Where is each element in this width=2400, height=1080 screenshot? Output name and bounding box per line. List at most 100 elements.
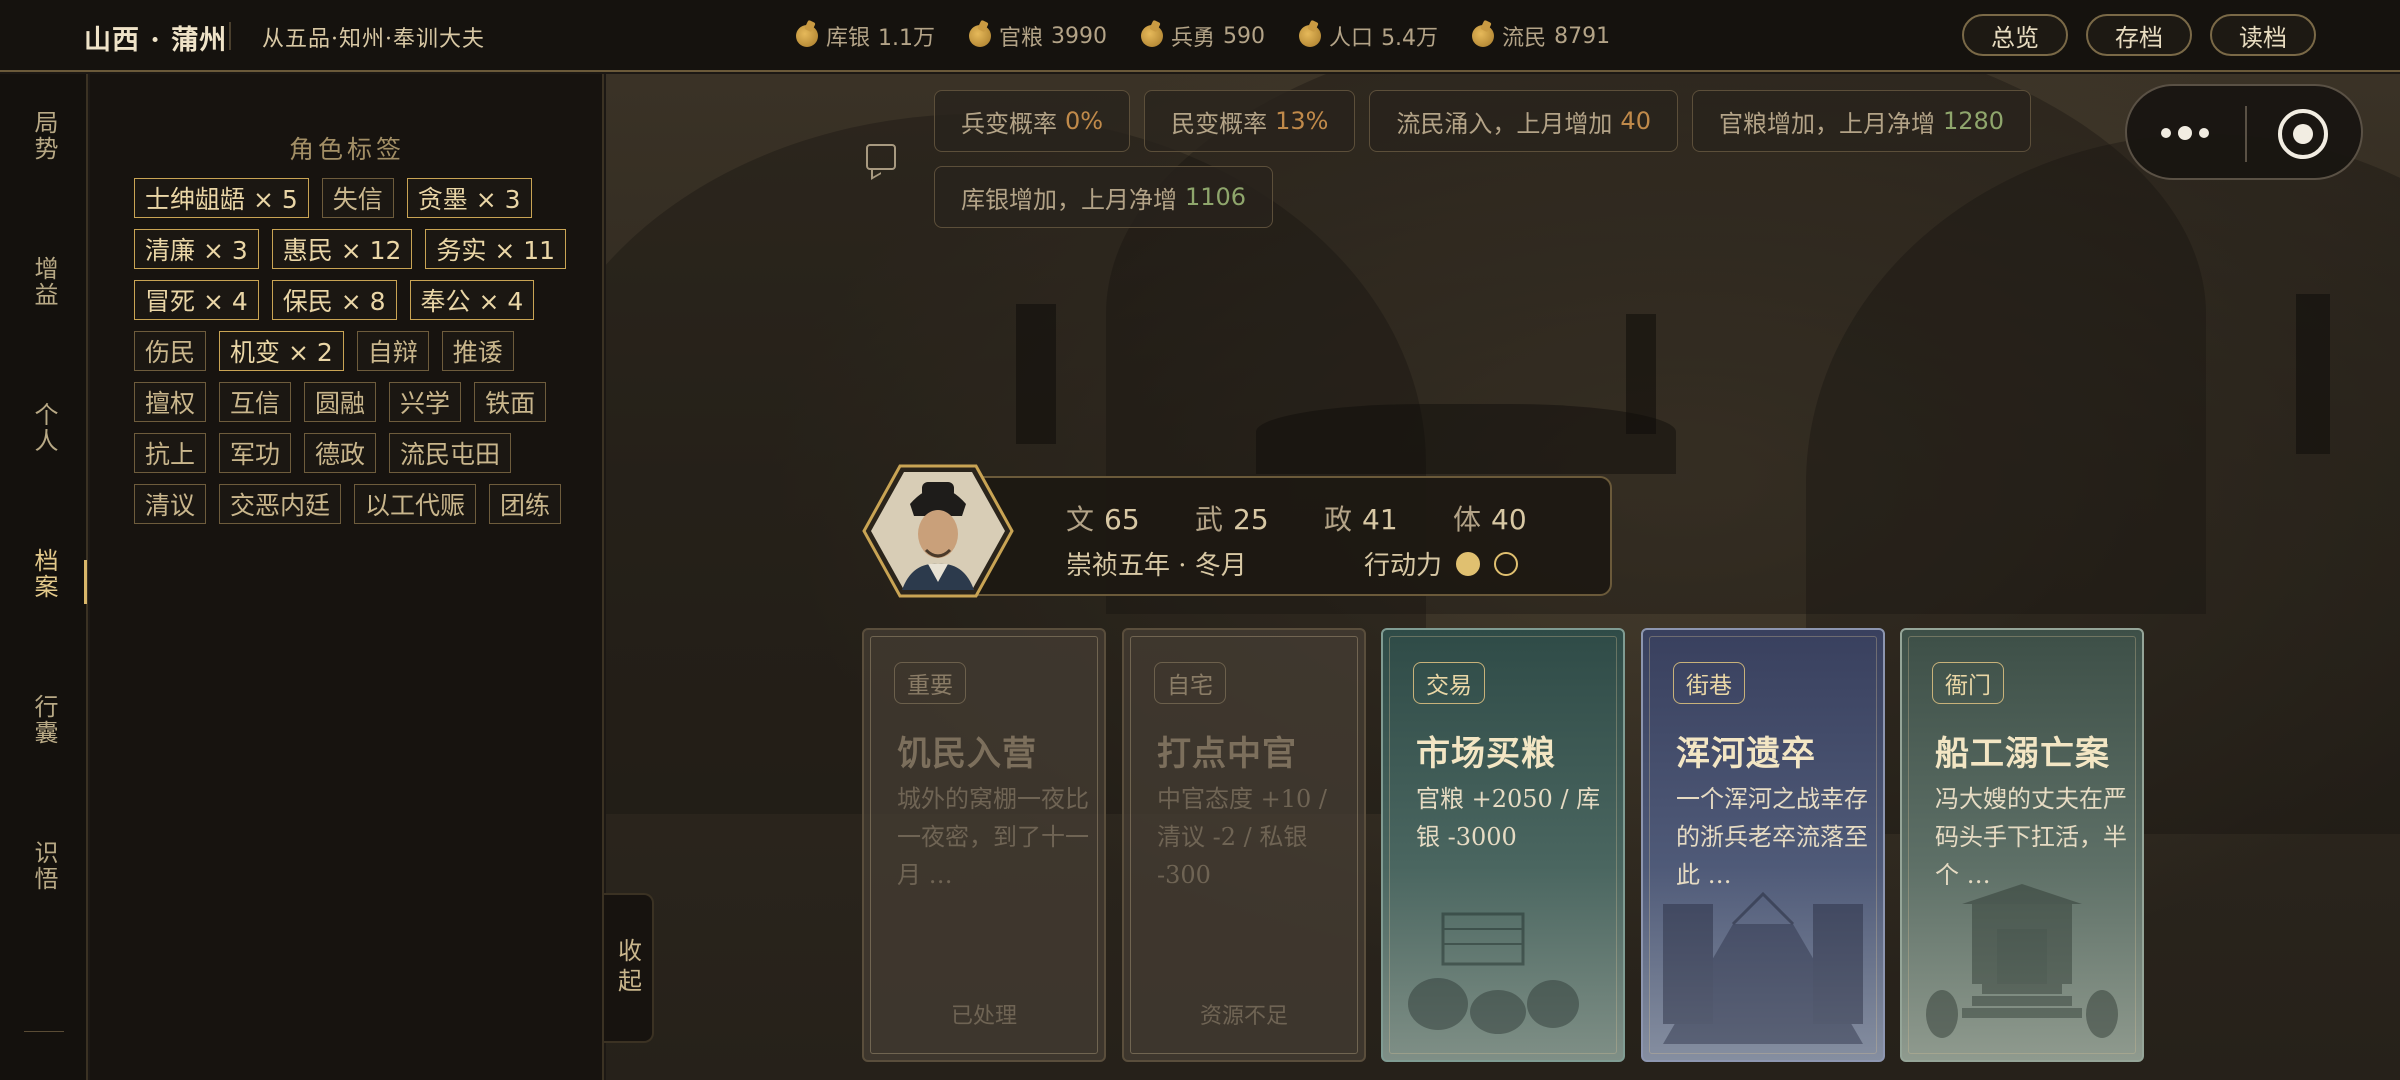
card-status: 已处理 (950, 1004, 1017, 1029)
notice-text: 官粮增加，上月净增 (1718, 109, 1935, 138)
character-tag[interactable]: 圆融 (304, 382, 377, 422)
soldier-icon (1141, 25, 1164, 47)
load-button[interactable]: 读档 (2210, 14, 2316, 56)
character-tag[interactable]: 惠民 × 12 (271, 229, 413, 269)
character-tag[interactable]: 自辩 (356, 331, 429, 371)
character-tag[interactable]: 擅权 (134, 382, 207, 422)
character-tag[interactable]: 清议 (134, 484, 207, 524)
character-tag[interactable]: 抗上 (134, 433, 207, 473)
card-title: 船工溺亡案 (1935, 734, 2110, 774)
stat-key: 武 (1195, 503, 1224, 536)
character-tag[interactable]: 以工代赈 (354, 484, 477, 524)
event-card[interactable]: 自宅 打点中官 中官态度 +10 / 清议 -2 / 私银 -300 资源不足 (1122, 628, 1366, 1062)
nav-item-insight[interactable]: 识悟 (0, 840, 88, 892)
pagoda-silhouette (2296, 294, 2330, 454)
nav-item-personal[interactable]: 个人 (0, 402, 88, 454)
notice-value: 40 (1620, 107, 1651, 135)
resource-value: 590 (1223, 23, 1266, 49)
character-tag[interactable]: 流民屯田 (389, 433, 512, 473)
card-status: 资源不足 (1199, 1004, 1288, 1029)
nav-item-situation[interactable]: 局势 (0, 110, 88, 162)
stat-politics: 政 41 (1324, 498, 1453, 538)
event-card[interactable]: 重要 饥民入营 城外的窝棚一夜比一夜密，到了十一月 … 已处理 (862, 628, 1106, 1062)
rank-title: 从五品·知州·奉训大夫 (262, 27, 485, 52)
event-card[interactable]: 交易 市场买粮 官粮 +2050 / 库银 -3000 (1381, 628, 1625, 1062)
character-tag[interactable]: 军功 (219, 433, 292, 473)
resource-soldiers: 兵勇 590 (1141, 20, 1265, 52)
resource-population: 人口 5.4万 (1299, 20, 1438, 52)
card-title: 浑河遗卒 (1676, 734, 1816, 774)
event-card[interactable]: 街巷 浑河遗卒 一个浑河之战幸存的浙兵老卒流落至此 … (1641, 628, 1885, 1062)
notice-value: 1106 (1185, 183, 1247, 211)
character-tag[interactable]: 兴学 (389, 382, 462, 422)
character-tag[interactable]: 铁面 (474, 382, 547, 422)
character-tag[interactable]: 团练 (489, 484, 562, 524)
resource-refugees: 流民 8791 (1472, 20, 1610, 52)
card-category: 交易 (1413, 662, 1485, 704)
notice-text: 兵变概率 (961, 109, 1057, 138)
action-points: 行动力 (1364, 545, 1519, 582)
action-point-filled (1456, 551, 1481, 576)
card-description: 城外的窝棚一夜比一夜密，到了十一月 … (897, 785, 1089, 889)
character-tag[interactable]: 贪墨 × 3 (406, 178, 532, 218)
character-tag[interactable]: 推诿 (441, 331, 514, 371)
pagoda-silhouette (1016, 304, 1056, 444)
character-tag[interactable]: 保民 × 8 (271, 280, 397, 320)
temple-roof-silhouette (1256, 404, 1676, 474)
character-tag[interactable]: 冒死 × 4 (134, 280, 259, 320)
character-tag[interactable]: 伤民 (134, 331, 207, 371)
event-card[interactable]: 衙门 船工溺亡案 冯大嫂的丈夫在严码头手下扛活，半个 … (1900, 628, 2144, 1062)
character-tag[interactable]: 务实 × 11 (425, 229, 567, 269)
nav-item-buffs[interactable]: 增益 (0, 256, 88, 308)
card-title: 饥民入营 (897, 734, 1037, 774)
top-bar: 山西 · 蒲州 从五品·知州·奉训大夫 库银 1.1万 官粮 3990 兵勇 5… (0, 0, 2400, 72)
save-button[interactable]: 存档 (2086, 14, 2192, 56)
overview-button[interactable]: 总览 (1962, 14, 2068, 56)
collapse-panel-button[interactable]: 收起 (604, 893, 654, 1043)
population-icon (1299, 25, 1322, 47)
stat-key: 体 (1453, 503, 1482, 536)
character-tag[interactable]: 交恶内廷 (219, 484, 342, 524)
resource-bar: 库银 1.1万 官粮 3990 兵勇 590 人口 5.4万 流民 8791 (796, 18, 1610, 54)
official-portrait-icon[interactable] (862, 464, 1014, 598)
action-point-empty (1494, 551, 1519, 576)
nav-item-label: 局势 (30, 110, 58, 162)
resource-value: 5.4万 (1381, 26, 1439, 51)
close-target-icon[interactable] (2278, 109, 2328, 159)
resource-grain: 官粮 3990 (969, 20, 1107, 52)
card-description: 中官态度 +10 / 清议 -2 / 私银 -300 (1157, 785, 1327, 889)
resource-label: 官粮 (999, 26, 1044, 51)
stat-key: 政 (1324, 503, 1353, 536)
notice-text: 库银增加，上月净增 (961, 185, 1177, 214)
tag-panel: 角色标签 士绅龃龉 × 5 失信 贪墨 × 3 清廉 × 3 惠民 × 12 务… (90, 74, 604, 1080)
more-menu-icon[interactable] (2161, 126, 2209, 140)
character-tag[interactable]: 清廉 × 3 (134, 229, 259, 269)
card-description: 冯大嫂的丈夫在严码头手下扛活，半个 … (1935, 785, 2127, 889)
character-tag[interactable]: 士绅龃龉 × 5 (134, 178, 309, 218)
chat-bubble-icon[interactable] (866, 144, 896, 170)
resource-silver: 库银 1.1万 (796, 20, 935, 52)
notice-mutiny: 兵变概率 0% (934, 90, 1131, 152)
resource-label: 人口 (1329, 26, 1374, 51)
resource-value: 1.1万 (878, 26, 936, 51)
top-button-group: 总览 存档 读档 (1962, 14, 2316, 56)
character-tag[interactable]: 机变 × 2 (219, 331, 344, 371)
character-tag[interactable]: 失信 (321, 178, 394, 218)
notice-value: 1280 (1942, 107, 2005, 135)
stat-literary: 文 65 (1066, 498, 1195, 538)
character-tag[interactable]: 互信 (219, 382, 292, 422)
card-category: 重要 (894, 662, 966, 704)
notice-silver: 库银增加，上月净增 1106 (934, 166, 1274, 228)
capsule-divider (2245, 106, 2247, 162)
stat-key: 文 (1066, 503, 1095, 536)
stat-martial: 武 25 (1195, 498, 1324, 538)
stat-value: 25 (1233, 503, 1269, 536)
nav-item-archive[interactable]: 档案 (0, 548, 88, 604)
settings-icon[interactable]: ◎ (30, 1076, 58, 1080)
game-date: 崇祯五年 · 冬月 (1066, 551, 1247, 581)
notice-list: 兵变概率 0% 民变概率 13% 流民涌入，上月增加 40 官粮增加，上月净增 1280… (934, 90, 2124, 228)
card-description: 官粮 +2050 / 库银 -3000 (1416, 785, 1601, 851)
character-tag[interactable]: 奉公 × 4 (409, 280, 535, 320)
nav-item-bag[interactable]: 行囊 (0, 694, 88, 746)
character-tag[interactable]: 德政 (304, 433, 377, 473)
